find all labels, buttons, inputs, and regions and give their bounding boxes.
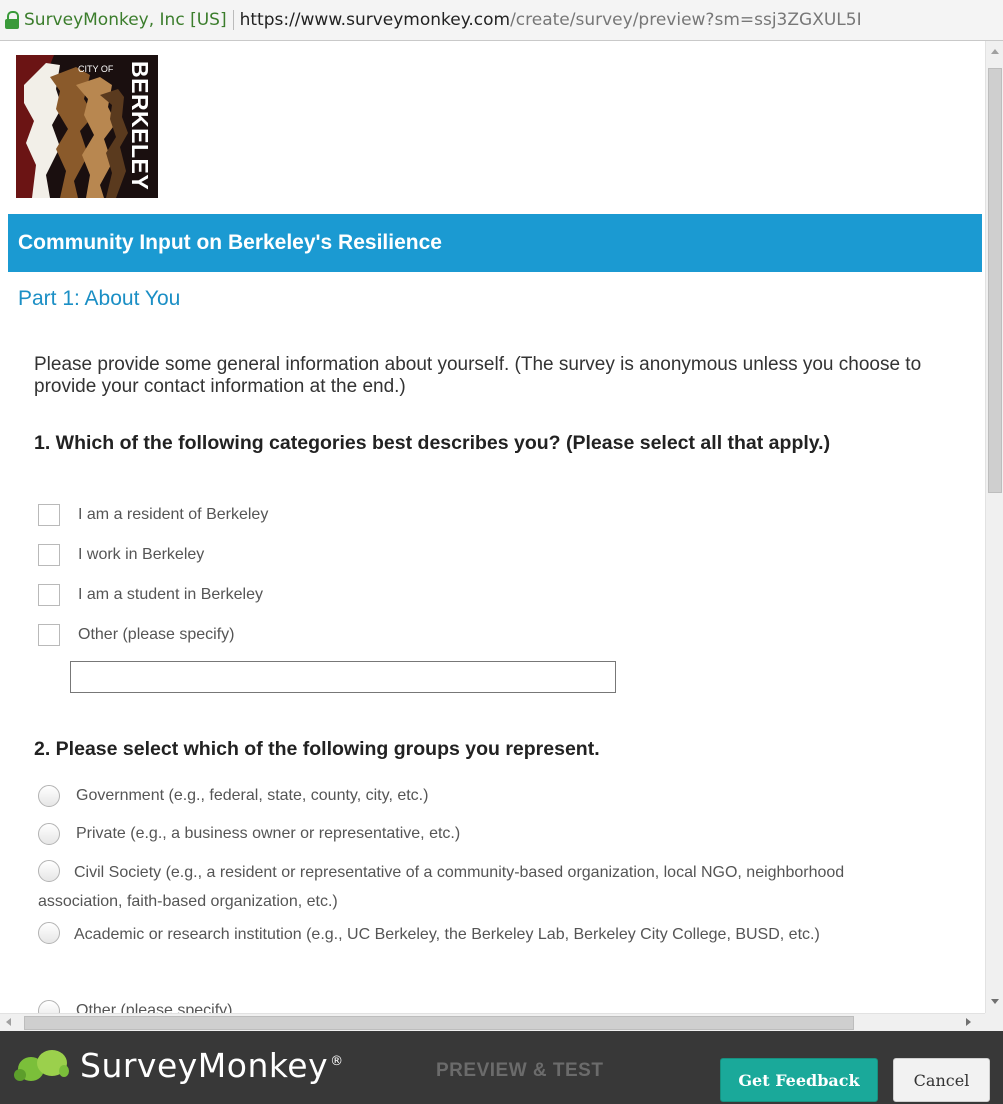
preview-test-label: PREVIEW & TEST xyxy=(436,1060,604,1081)
radio-button[interactable] xyxy=(38,823,60,845)
surveymonkey-logo-icon xyxy=(14,1050,69,1081)
page-title: Part 1: About You xyxy=(18,287,181,310)
q1-option-resident[interactable]: I am a resident of Berkeley xyxy=(38,504,268,526)
option-label: I work in Berkeley xyxy=(78,546,205,563)
brand-label: SurveyMonkey xyxy=(80,1045,329,1085)
survey-title: Community Input on Berkeley's Resilience xyxy=(18,231,442,254)
option-label: Civil Society (e.g., a resident or repre… xyxy=(38,864,845,910)
radio-button[interactable] xyxy=(38,859,60,882)
url-host: https://www.surveymonkey.com xyxy=(239,10,511,30)
q2-option-private[interactable]: Private (e.g., a business owner or repre… xyxy=(38,823,460,845)
radio-button[interactable] xyxy=(38,1000,60,1013)
vertical-scrollbar[interactable] xyxy=(985,41,1003,1013)
address-bar[interactable]: SurveyMonkey, Inc [US] https://www.surve… xyxy=(0,0,1003,41)
brand-name: SurveyMonkey ® xyxy=(80,1046,344,1085)
q2-option-other[interactable]: Other (please specify) xyxy=(38,1000,233,1013)
horizontal-scroll-thumb[interactable] xyxy=(24,1016,854,1030)
lock-icon xyxy=(3,10,21,30)
option-label: Academic or research institution (e.g., … xyxy=(74,926,820,943)
survey-title-banner: Community Input on Berkeley's Resilience xyxy=(8,214,982,272)
scroll-up-icon[interactable] xyxy=(991,49,999,54)
q2-option-academic[interactable]: Academic or research institution (e.g., … xyxy=(38,920,938,949)
option-label: I am a resident of Berkeley xyxy=(78,506,269,523)
scroll-down-icon[interactable] xyxy=(991,999,999,1004)
scrollbar-corner xyxy=(985,1013,1003,1031)
preview-footer-bar: SurveyMonkey ® PREVIEW & TEST Get Feedbac… xyxy=(0,1031,1003,1104)
q2-option-civil-society[interactable]: Civil Society (e.g., a resident or repre… xyxy=(38,858,918,916)
logo-graphic: CITY OF BERKELEY xyxy=(16,55,158,198)
radio-button[interactable] xyxy=(38,921,60,944)
scroll-right-icon[interactable] xyxy=(966,1018,971,1026)
checkbox[interactable] xyxy=(38,544,60,566)
option-label: Other (please specify) xyxy=(78,626,235,643)
cancel-button[interactable]: Cancel xyxy=(893,1058,990,1102)
q1-option-student[interactable]: I am a student in Berkeley xyxy=(38,584,263,606)
surveymonkey-brand: SurveyMonkey ® xyxy=(14,1045,344,1085)
option-label: Government (e.g., federal, state, county… xyxy=(76,787,429,804)
horizontal-scrollbar[interactable] xyxy=(0,1013,985,1031)
q1-other-input[interactable] xyxy=(70,661,616,693)
radio-button[interactable] xyxy=(38,785,60,807)
checkbox[interactable] xyxy=(38,504,60,526)
logo-city-of: CITY OF xyxy=(78,64,114,74)
option-label: I am a student in Berkeley xyxy=(78,586,263,603)
url-text[interactable]: https://www.surveymonkey.com/create/surv… xyxy=(240,10,862,30)
option-label: Other (please specify) xyxy=(76,1002,233,1013)
q2-option-government[interactable]: Government (e.g., federal, state, county… xyxy=(38,785,428,807)
get-feedback-button[interactable]: Get Feedback xyxy=(720,1058,878,1102)
checkbox[interactable] xyxy=(38,584,60,606)
page-description: Please provide some general information … xyxy=(34,354,922,397)
vertical-scroll-thumb[interactable] xyxy=(988,68,1002,493)
checkbox[interactable] xyxy=(38,624,60,646)
q1-option-work[interactable]: I work in Berkeley xyxy=(38,544,204,566)
question-2-title: 2. Please select which of the following … xyxy=(34,738,600,760)
option-label: Private (e.g., a business owner or repre… xyxy=(76,825,461,842)
logo-berkeley: BERKELEY xyxy=(127,61,153,190)
scroll-left-icon[interactable] xyxy=(6,1018,11,1026)
registered-mark: ® xyxy=(330,1053,344,1069)
survey-preview-page: CITY OF BERKELEY Community Input on Berk… xyxy=(0,41,985,1013)
question-1-title: 1. Which of the following categories bes… xyxy=(34,432,831,454)
site-identity[interactable]: SurveyMonkey, Inc [US] xyxy=(24,10,234,30)
q1-option-other[interactable]: Other (please specify) xyxy=(38,624,235,646)
city-of-berkeley-logo: CITY OF BERKELEY xyxy=(16,55,158,198)
url-path: /create/survey/preview?sm=ssj3ZGXUL5I xyxy=(510,10,862,30)
